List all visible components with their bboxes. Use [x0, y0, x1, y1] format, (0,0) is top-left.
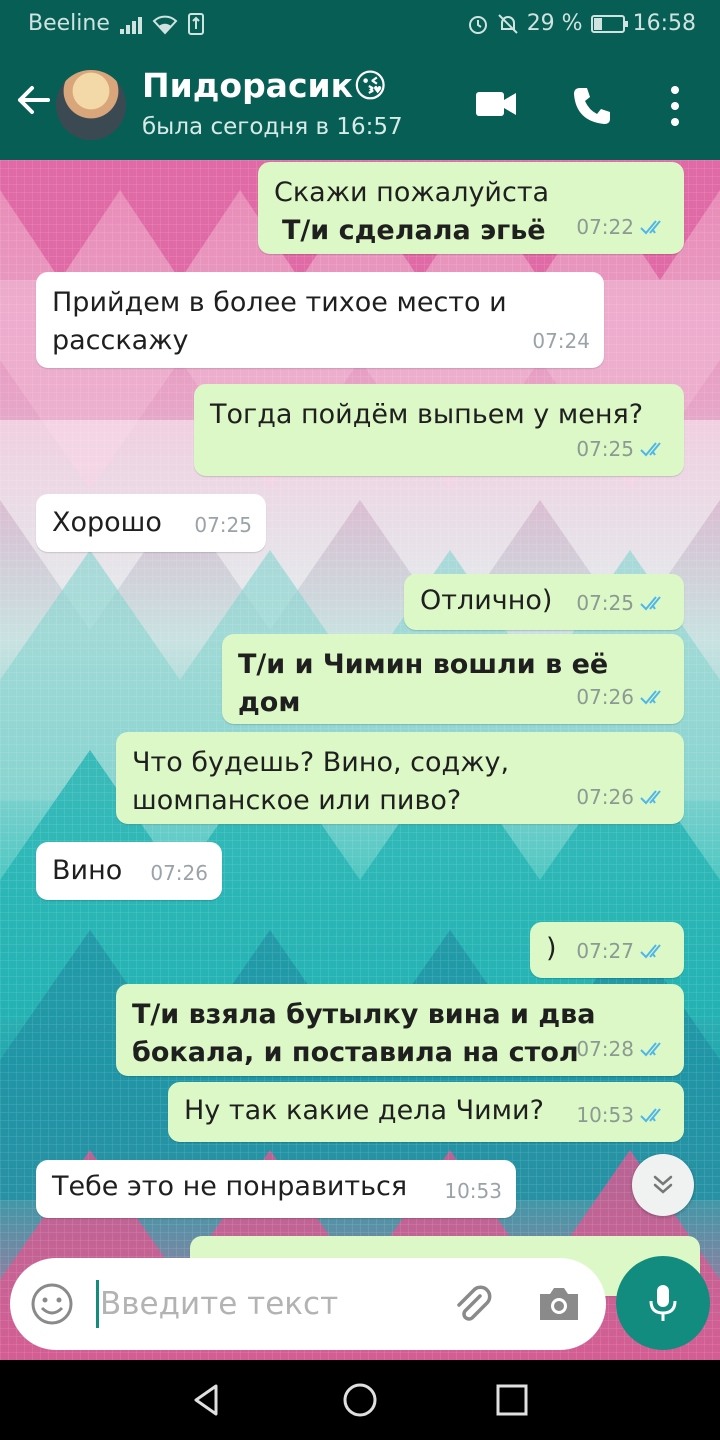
status-bar: Beeline 29 % 16:58 [0, 0, 720, 48]
message-time: 10:53 [576, 1103, 634, 1127]
system-nav-bar [0, 1360, 720, 1440]
avatar[interactable] [56, 70, 126, 140]
mic-button[interactable] [616, 1256, 710, 1350]
message-time: 07:26 [150, 861, 208, 885]
message-bubble-incoming[interactable]: Тебе это не понравиться 10:53 [36, 1160, 516, 1218]
message-bubble-outgoing[interactable]: Отлично) 07:25 [404, 574, 684, 630]
message-bubble-outgoing[interactable]: Скажи пожалуйста Т/и сделала эгьё 07:22 [258, 162, 684, 254]
message-time: 07:26 [576, 685, 634, 709]
text-cursor [96, 1280, 99, 1328]
battery-percent: 29 % [526, 11, 583, 36]
message-meta: 07:26 [150, 854, 208, 892]
message-text: Прийдем в более тихое место и [52, 287, 507, 318]
alarm-icon [468, 15, 487, 34]
message-meta: 07:25 [576, 584, 670, 622]
message-input[interactable] [100, 1280, 430, 1328]
message-meta: 10:53 [444, 1172, 502, 1210]
message-bubble-outgoing[interactable]: Ну так какие дела Чими? 10:53 [168, 1082, 684, 1142]
message-time: 07:22 [576, 215, 634, 239]
message-text: Тебе это не понравиться [52, 1171, 408, 1202]
message-text: Что будешь? Вино, соджу, [132, 747, 510, 778]
message-text: Т/и взяла бутылку вина и два [132, 999, 596, 1030]
emoji-icon[interactable] [30, 1282, 74, 1326]
message-bubble-outgoing[interactable]: Т/и и Чимин вошли в её дом 07:26 [222, 634, 684, 724]
read-ticks-icon [640, 1042, 661, 1057]
message-meta: 07:26 [576, 778, 670, 816]
read-ticks-icon [640, 220, 661, 235]
message-bubble-outgoing[interactable]: ) 07:27 [530, 922, 684, 978]
phone-icon[interactable] [570, 84, 614, 128]
message-bubble-outgoing[interactable]: Тогда пойдём выпьем у меня? 07:25 [194, 384, 684, 476]
read-ticks-icon [640, 1108, 661, 1123]
data-icon [187, 12, 204, 35]
read-ticks-icon [640, 690, 661, 705]
message-bubble-incoming[interactable]: Прийдем в более тихое место и расскажу 0… [36, 272, 604, 368]
message-time: 07:26 [576, 785, 634, 809]
message-time: 07:27 [576, 939, 634, 963]
message-time: 07:25 [576, 437, 634, 461]
message-text: расскажу [52, 325, 189, 356]
battery-icon [590, 14, 628, 33]
message-composer [10, 1258, 606, 1350]
message-bubble-incoming[interactable]: Хорошо 07:25 [36, 494, 266, 552]
nav-back-icon[interactable] [186, 1380, 226, 1420]
message-bubble-incoming[interactable]: Вино 07:26 [36, 842, 222, 900]
carrier-label: Beeline [28, 11, 110, 36]
message-time: 07:25 [576, 591, 634, 615]
clock: 16:58 [632, 11, 696, 36]
message-text: Тогда пойдём выпьем у меня? [210, 399, 644, 430]
chat-area[interactable]: Скажи пожалуйста Т/и сделала эгьё 07:22 … [0, 160, 720, 1360]
read-ticks-icon [640, 596, 661, 611]
message-text: Скажи пожалуйста [274, 177, 550, 208]
message-time: 07:28 [576, 1037, 634, 1061]
message-time: 10:53 [444, 1179, 502, 1203]
message-meta: 07:28 [576, 1030, 670, 1068]
message-meta: 07:25 [576, 430, 670, 468]
message-meta: 07:25 [194, 506, 252, 544]
mute-icon [497, 13, 518, 34]
contact-name[interactable]: Пидорасик😘 [142, 66, 387, 105]
more-options-icon[interactable] [660, 84, 690, 128]
back-arrow-icon[interactable] [14, 80, 54, 120]
nav-recents-icon[interactable] [492, 1380, 532, 1420]
read-ticks-icon [640, 442, 661, 457]
camera-icon[interactable] [536, 1282, 582, 1326]
wifi-icon [152, 15, 178, 34]
message-meta: 07:24 [532, 322, 590, 360]
scroll-down-icon [653, 1175, 673, 1194]
message-meta: 07:27 [576, 932, 670, 970]
message-meta: 07:22 [576, 208, 670, 246]
message-meta: 07:26 [576, 678, 670, 716]
message-bubble-outgoing[interactable]: Что будешь? Вино, соджу, шомпанское или … [116, 732, 684, 824]
chat-header: Пидорасик😘 была сегодня в 16:57 [0, 48, 720, 160]
read-ticks-icon [640, 944, 661, 959]
nav-home-icon[interactable] [340, 1380, 380, 1420]
signal-icon [119, 14, 142, 34]
last-seen-status: была сегодня в 16:57 [142, 114, 403, 140]
video-call-icon[interactable] [474, 84, 518, 124]
message-bubble-outgoing[interactable]: Т/и взяла бутылку вина и два бокала, и п… [116, 984, 684, 1076]
message-time: 07:24 [532, 329, 590, 353]
message-time: 07:25 [194, 513, 252, 537]
message-meta: 10:53 [576, 1096, 670, 1134]
attach-icon[interactable] [450, 1282, 494, 1326]
read-ticks-icon [640, 790, 661, 805]
scroll-down-button[interactable] [632, 1154, 694, 1216]
mic-icon [649, 1285, 677, 1321]
